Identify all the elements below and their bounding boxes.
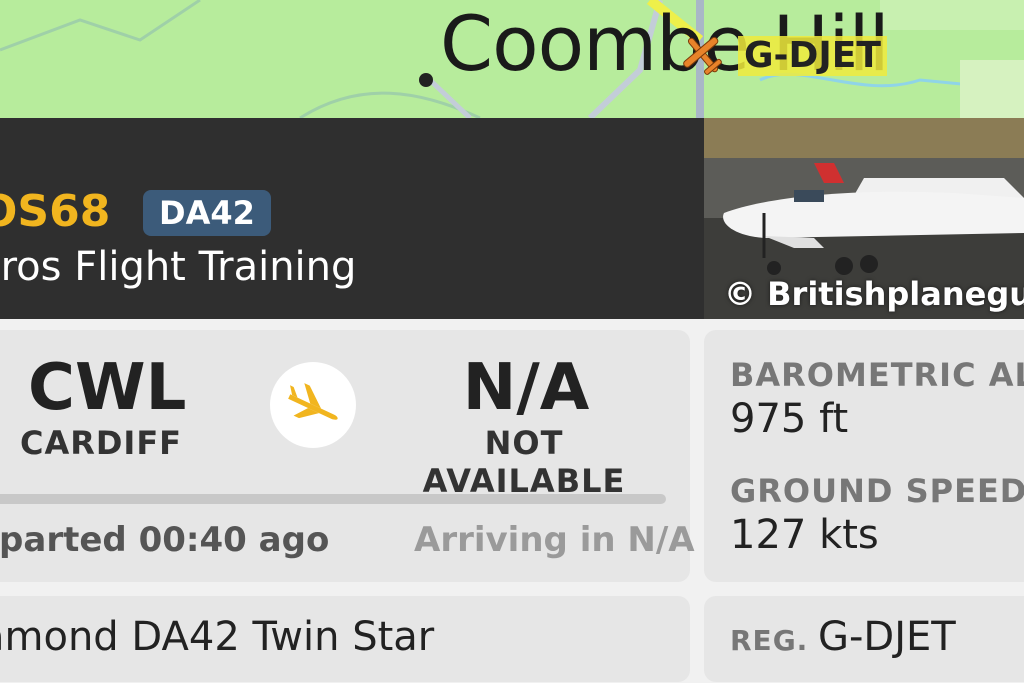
destination-code: N/A: [462, 351, 590, 425]
airline-name: eros Flight Training: [0, 244, 357, 290]
origin-code: CWL: [28, 351, 187, 425]
departed-time: eparted 00:40 ago: [0, 520, 330, 560]
photo-credit: © Britishplaneguy: [724, 275, 1024, 313]
altitude-value: 975 ft: [730, 396, 849, 442]
plane-departing-icon: [270, 362, 356, 448]
aircraft-model: amond DA42 Twin Star: [0, 614, 435, 660]
map-view[interactable]: Coombe Hill G-DJET: [0, 0, 1024, 118]
place-dot: [419, 73, 433, 87]
arrival-time: Arriving in N/A: [414, 520, 695, 560]
ground-speed-value: 127 kts: [730, 512, 879, 558]
flight-progress-bar: [0, 494, 666, 504]
ground-speed-label: GROUND SPEED: [730, 472, 1024, 510]
origin-city: CARDIFF: [19, 424, 183, 462]
registration-value: G-DJET: [818, 614, 956, 660]
altitude-label: BAROMETRIC ALT: [730, 356, 1024, 394]
destination-city: NOT AVAILABLE: [422, 424, 626, 500]
callsign: OS68: [0, 186, 111, 237]
aircraft-reg-tag[interactable]: G-DJET: [738, 36, 887, 76]
aircraft-type-badge[interactable]: DA42: [143, 190, 271, 236]
registration-label: REG.: [730, 624, 809, 657]
